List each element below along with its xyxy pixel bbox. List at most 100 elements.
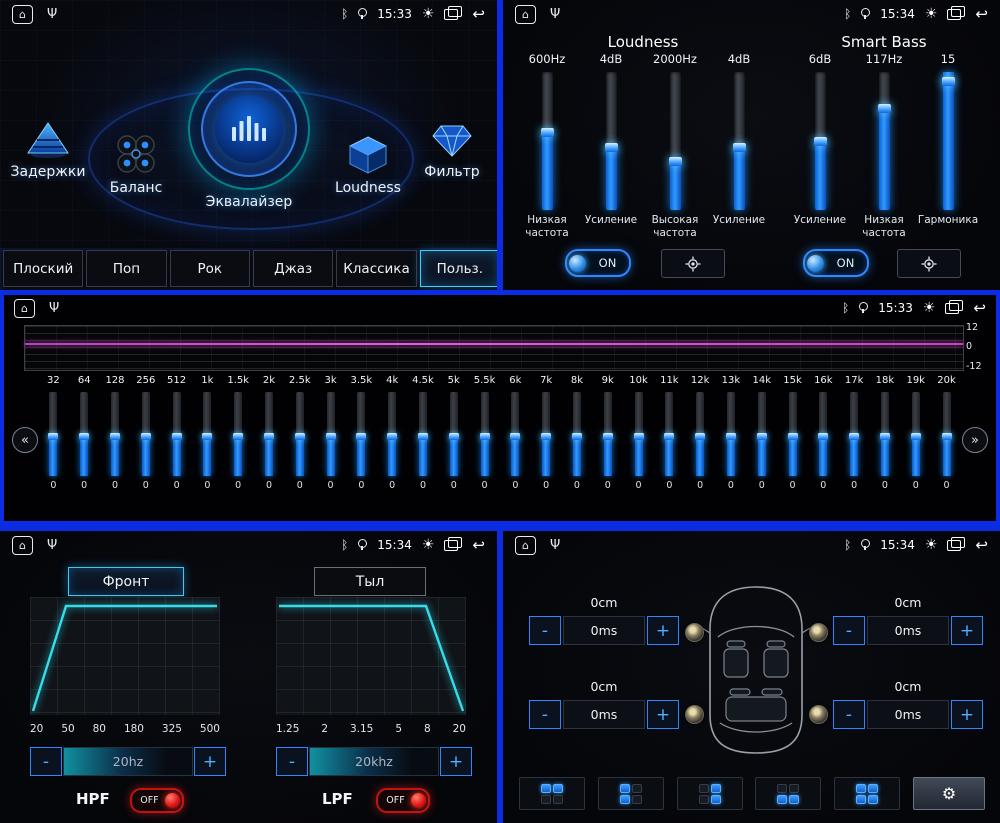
band-slider[interactable] (665, 392, 673, 476)
home-button[interactable]: ⌂ (515, 5, 536, 24)
brightness-icon[interactable]: ☀ (422, 7, 435, 21)
home-button[interactable]: ⌂ (515, 536, 536, 555)
vertical-slider[interactable] (879, 72, 890, 210)
band-slider[interactable] (912, 392, 920, 476)
eq-band-column: 13k0 (716, 375, 747, 491)
speaker-select-button-1[interactable] (519, 777, 585, 810)
delay-decrease-button[interactable]: - (833, 700, 865, 729)
vertical-slider[interactable] (670, 72, 681, 210)
vertical-slider[interactable] (943, 72, 954, 210)
tab-rear[interactable]: Тыл (314, 567, 426, 596)
home-button[interactable]: ⌂ (12, 5, 33, 24)
preset-tab-4[interactable]: Джаз (253, 250, 333, 287)
band-slider[interactable] (696, 392, 704, 476)
back-icon[interactable]: ↩ (472, 538, 485, 553)
status-bar: ⌂Ψᛒ15:33☀↩ (4, 295, 996, 321)
recent-apps-icon[interactable] (947, 540, 961, 551)
band-slider[interactable] (881, 392, 889, 476)
previous-page-button[interactable]: « (12, 427, 38, 453)
band-slider[interactable] (481, 392, 489, 476)
hpf-frequency-value[interactable]: 20hz (63, 747, 193, 776)
band-slider[interactable] (419, 392, 427, 476)
delay-increase-button[interactable]: + (647, 616, 679, 645)
menu-item-delays[interactable]: Задержки (2, 114, 94, 180)
preset-tab-6[interactable]: Польз. (420, 250, 497, 287)
hpf-increase-button[interactable]: + (194, 747, 226, 776)
delay-increase-button[interactable]: + (951, 700, 983, 729)
band-slider[interactable] (173, 392, 181, 476)
back-icon[interactable]: ↩ (973, 301, 986, 316)
delay-decrease-button[interactable]: - (529, 700, 561, 729)
preset-tab-2[interactable]: Поп (86, 250, 166, 287)
next-page-button[interactable]: » (962, 427, 988, 453)
recent-apps-icon[interactable] (444, 9, 458, 20)
delay-decrease-button[interactable]: - (833, 616, 865, 645)
band-slider[interactable] (450, 392, 458, 476)
band-slider[interactable] (265, 392, 273, 476)
menu-item-balance[interactable]: Баланс (90, 130, 182, 196)
lpf-increase-button[interactable]: + (440, 747, 472, 776)
band-slider[interactable] (604, 392, 612, 476)
back-icon[interactable]: ↩ (472, 7, 485, 22)
hpf-decrease-button[interactable]: - (30, 747, 62, 776)
preset-tab-5[interactable]: Классика (336, 250, 416, 287)
band-slider[interactable] (635, 392, 643, 476)
delay-decrease-button[interactable]: - (529, 616, 561, 645)
band-slider[interactable] (234, 392, 242, 476)
speaker-select-button-2[interactable] (598, 777, 664, 810)
home-button[interactable]: ⌂ (12, 536, 33, 555)
brightness-icon[interactable]: ☀ (925, 7, 938, 21)
band-slider[interactable] (327, 392, 335, 476)
lpf-decrease-button[interactable]: - (276, 747, 308, 776)
vertical-slider[interactable] (734, 72, 745, 210)
delay-increase-button[interactable]: + (951, 616, 983, 645)
back-icon[interactable]: ↩ (975, 7, 988, 22)
back-icon[interactable]: ↩ (975, 538, 988, 553)
speaker-select-button-3[interactable] (677, 777, 743, 810)
band-slider[interactable] (819, 392, 827, 476)
loudness-on-toggle[interactable]: ON (565, 249, 631, 277)
menu-item-equalizer-selected[interactable]: Эквалайзер (181, 68, 317, 210)
band-slider[interactable] (49, 392, 57, 476)
speaker-settings-button[interactable]: ⚙ (913, 777, 985, 810)
band-slider[interactable] (511, 392, 519, 476)
band-slider[interactable] (80, 392, 88, 476)
smartbass-reset-button[interactable] (897, 249, 961, 278)
home-button[interactable]: ⌂ (14, 299, 35, 318)
band-slider[interactable] (388, 392, 396, 476)
band-slider[interactable] (850, 392, 858, 476)
lpf-toggle[interactable]: OFF (376, 788, 430, 813)
tab-front[interactable]: Фронт (68, 567, 184, 596)
delay-increase-button[interactable]: + (647, 700, 679, 729)
loudness-reset-button[interactable] (661, 249, 725, 278)
band-slider[interactable] (573, 392, 581, 476)
band-slider[interactable] (111, 392, 119, 476)
band-slider[interactable] (296, 392, 304, 476)
recent-apps-icon[interactable] (947, 9, 961, 20)
band-slider[interactable] (727, 392, 735, 476)
brightness-icon[interactable]: ☀ (925, 538, 938, 552)
brightness-icon[interactable]: ☀ (422, 538, 435, 552)
band-slider[interactable] (542, 392, 550, 476)
band-slider[interactable] (357, 392, 365, 476)
preset-tab-3[interactable]: Рок (170, 250, 250, 287)
smartbass-on-toggle[interactable]: ON (803, 249, 869, 277)
band-slider[interactable] (758, 392, 766, 476)
speaker-select-button-4[interactable] (755, 777, 821, 810)
band-slider[interactable] (203, 392, 211, 476)
brightness-icon[interactable]: ☀ (923, 301, 936, 315)
vertical-slider[interactable] (542, 72, 553, 210)
preset-tab-1[interactable]: Плоский (3, 250, 83, 287)
lpf-frequency-value[interactable]: 20khz (309, 747, 439, 776)
speaker-select-button-5[interactable] (834, 777, 900, 810)
recent-apps-icon[interactable] (444, 540, 458, 551)
menu-item-filter[interactable]: Фильтр (409, 114, 495, 180)
recent-apps-icon[interactable] (945, 303, 959, 314)
hpf-toggle[interactable]: OFF (130, 788, 184, 813)
band-slider[interactable] (142, 392, 150, 476)
band-slider[interactable] (943, 392, 951, 476)
vertical-slider[interactable] (815, 72, 826, 210)
vertical-slider[interactable] (606, 72, 617, 210)
menu-item-loudness[interactable]: Loudness (322, 130, 414, 196)
band-slider[interactable] (789, 392, 797, 476)
